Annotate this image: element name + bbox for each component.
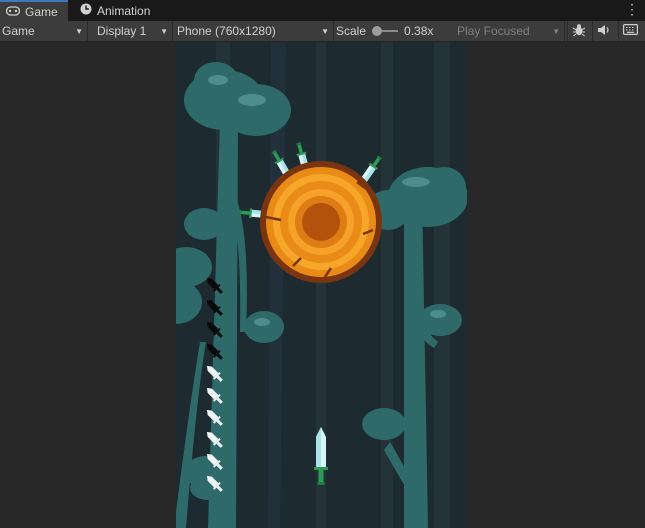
scale-control: Scale 0.38x — [336, 21, 452, 41]
speaker-icon — [597, 24, 611, 39]
more-options-icon[interactable]: ⋮ — [625, 2, 639, 16]
scale-slider-thumb[interactable] — [372, 26, 383, 36]
game-scene — [176, 42, 467, 528]
tab-game[interactable]: Game — [0, 0, 68, 22]
gamepad-icon — [5, 5, 21, 19]
display-label: Display 1 — [97, 24, 147, 38]
resolution-label: Phone (760x1280) — [177, 24, 276, 38]
chevron-down-icon: ▼ — [321, 26, 329, 36]
game-canvas[interactable] — [176, 42, 467, 528]
play-mode-label: Play Focused — [457, 24, 530, 38]
log-target[interactable] — [260, 161, 382, 283]
scale-label: Scale — [336, 24, 367, 38]
chevron-down-icon: ▼ — [75, 26, 83, 36]
tab-bar: Game Animation ⋮ — [0, 0, 645, 22]
scale-value: 0.38x — [404, 24, 434, 38]
bug-button[interactable] — [567, 21, 590, 41]
view-mode-dropdown[interactable]: Game ▼ — [0, 21, 88, 41]
animation-clock-icon — [80, 3, 92, 18]
bug-icon — [572, 23, 586, 40]
keyboard-button[interactable] — [618, 21, 641, 41]
keyboard-icon — [622, 24, 638, 38]
play-mode-dropdown[interactable]: Play Focused ▼ — [455, 21, 565, 41]
game-toolbar: Game ▼ Display 1 ▼ Phone (760x1280) ▼ Sc… — [0, 21, 645, 42]
resolution-dropdown[interactable]: Phone (760x1280) ▼ — [175, 21, 334, 41]
chevron-down-icon: ▼ — [552, 26, 560, 36]
tab-game-label: Game — [25, 5, 58, 19]
tab-animation-label: Animation — [97, 3, 151, 18]
view-mode-label: Game — [2, 24, 35, 38]
chevron-down-icon: ▼ — [160, 26, 168, 36]
audio-button[interactable] — [592, 21, 615, 41]
tab-animation[interactable]: Animation — [74, 0, 164, 21]
display-dropdown[interactable]: Display 1 ▼ — [95, 21, 173, 41]
scale-slider[interactable] — [372, 26, 399, 36]
